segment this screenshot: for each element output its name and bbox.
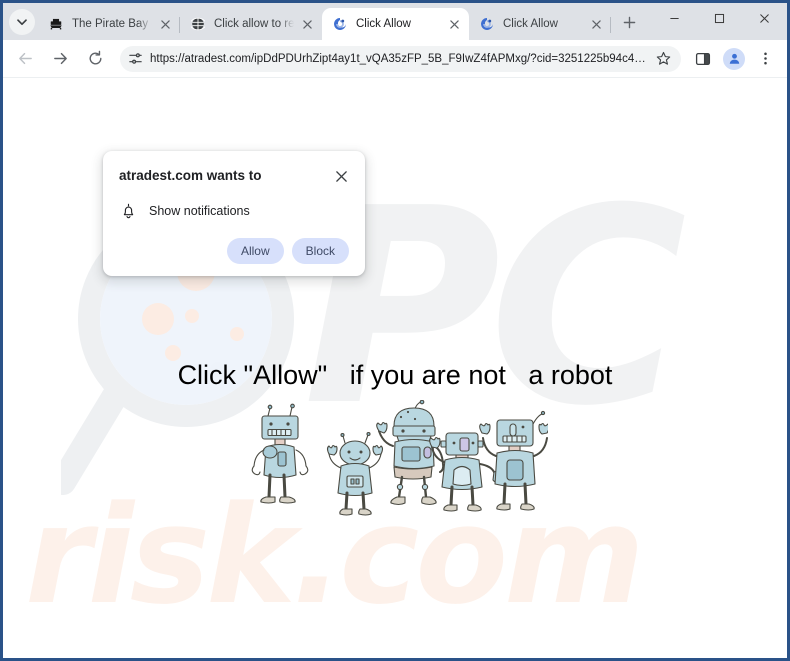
account-avatar-icon (723, 47, 745, 70)
bell-icon (119, 202, 137, 220)
page-viewport: PC risk.com Click "Allow" if you are not… (3, 78, 787, 657)
plus-icon (623, 16, 635, 28)
close-icon (335, 170, 347, 182)
tab-close-button[interactable] (588, 16, 604, 32)
tab-close-button[interactable] (299, 16, 315, 32)
tab-title: Click Allow (356, 18, 411, 30)
globe-icon (190, 16, 206, 32)
tab-close-button[interactable] (157, 16, 173, 32)
reload-icon (89, 50, 101, 65)
tab-divider (610, 17, 611, 33)
tab-the-pirate-bay[interactable]: The Pirate Bay - Th (38, 8, 180, 40)
forward-button[interactable] (46, 45, 74, 73)
close-icon (160, 19, 170, 29)
tab-search-button[interactable] (9, 9, 35, 35)
toolbar-right-actions (686, 45, 779, 73)
tab-title: Click Allow (503, 18, 558, 30)
window-close-button[interactable] (742, 3, 787, 34)
maximize-icon (714, 13, 725, 24)
robots-illustration (248, 399, 550, 525)
tab-click-allow-to-refresh[interactable]: Click allow to refres (180, 8, 322, 40)
browser-window: The Pirate Bay - Th (0, 0, 790, 661)
close-icon (591, 19, 601, 29)
arrow-right-icon (53, 52, 67, 65)
tabs-container: The Pirate Bay - Th (38, 3, 611, 40)
permission-close-button[interactable] (333, 168, 349, 184)
permission-actions: Allow Block (119, 238, 349, 264)
ship-icon (48, 16, 64, 32)
tab-click-allow-2[interactable]: Click Allow (469, 8, 611, 40)
tab-title: Click allow to refres (214, 18, 294, 30)
side-panel-icon (695, 52, 711, 65)
swirl-icon (479, 16, 495, 32)
browser-menu-button[interactable] (751, 45, 779, 73)
allow-button[interactable]: Allow (226, 238, 284, 264)
side-panel-button[interactable] (689, 45, 717, 73)
permission-title: atradest.com wants to (119, 168, 262, 183)
tab-strip: The Pirate Bay - Th (3, 3, 787, 40)
arrow-left-icon (18, 52, 32, 65)
url-text[interactable]: https://atradest.com/ipDdPDUrhZipt4ay1t_… (150, 52, 647, 66)
window-controls (652, 3, 787, 40)
permission-item-notifications: Show notifications (119, 202, 349, 220)
close-icon (302, 19, 312, 29)
bookmark-star-icon[interactable] (654, 50, 672, 68)
browser-toolbar: https://atradest.com/ipDdPDUrhZipt4ay1t_… (3, 40, 787, 78)
back-button[interactable] (11, 45, 39, 73)
reload-button[interactable] (81, 45, 109, 73)
new-tab-button[interactable] (615, 8, 643, 36)
page-headline: Click "Allow" if you are not a robot (177, 360, 613, 390)
close-icon (449, 19, 459, 29)
permission-header: atradest.com wants to (119, 167, 349, 185)
permission-label: Show notifications (149, 204, 250, 218)
swirl-icon (332, 16, 348, 32)
tab-click-allow-active[interactable]: Click Allow (322, 8, 469, 40)
notification-permission-bubble: atradest.com wants to Show notifications (103, 151, 365, 276)
close-icon (760, 14, 769, 23)
tab-title: The Pirate Bay - Th (72, 18, 152, 30)
minimize-icon (670, 17, 679, 20)
profile-button[interactable] (720, 45, 748, 73)
chevron-down-icon (17, 19, 27, 26)
address-bar[interactable]: https://atradest.com/ipDdPDUrhZipt4ay1t_… (120, 45, 681, 72)
window-minimize-button[interactable] (652, 3, 697, 34)
tune-icon[interactable] (127, 50, 144, 67)
block-button[interactable]: Block (291, 238, 349, 264)
window-maximize-button[interactable] (697, 3, 742, 34)
tab-close-button[interactable] (446, 16, 462, 32)
three-dot-menu-icon (763, 52, 767, 65)
